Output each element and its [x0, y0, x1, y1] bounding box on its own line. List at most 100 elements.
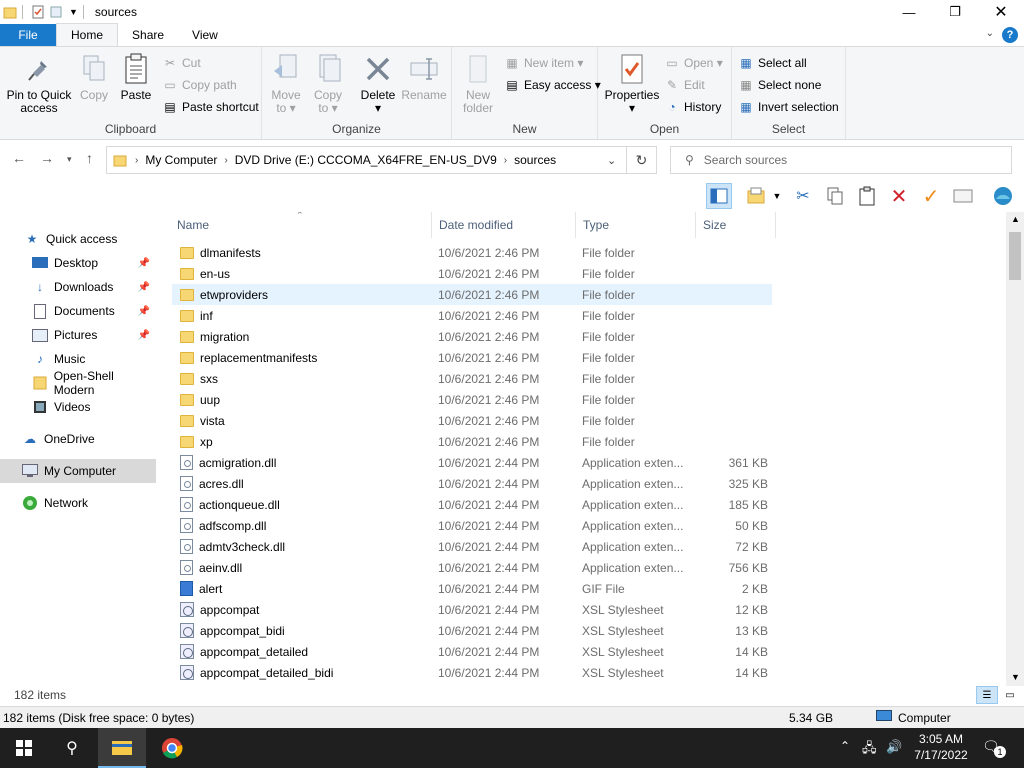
view-folder-icon[interactable]	[744, 183, 770, 209]
new-folder-qat-icon[interactable]	[49, 5, 63, 19]
search-taskbar-button[interactable]: ⚲	[48, 728, 96, 768]
shell-logo-icon[interactable]	[990, 183, 1016, 209]
column-header-date[interactable]: Date modified	[432, 212, 576, 238]
clock[interactable]: 3:05 AM 7/17/2022	[910, 731, 972, 763]
edit-button[interactable]: ✎ Edit	[664, 75, 705, 95]
table-row[interactable]: xp 10/6/2021 2:46 PM File folder	[172, 431, 772, 452]
nav-open-shell[interactable]: Open-Shell Modern	[32, 369, 156, 397]
vertical-scrollbar[interactable]: ▲ ▼	[1006, 212, 1024, 686]
column-header-name[interactable]: Name	[170, 212, 432, 238]
copy-path-button[interactable]: ▭ Copy path	[162, 75, 236, 95]
select-all-button[interactable]: ▦ Select all	[738, 53, 806, 73]
table-row[interactable]: appcompat_bidi 10/6/2021 2:44 PM XSL Style…	[172, 620, 772, 641]
table-row[interactable]: adfscomp.dll 10/6/2021 2:44 PM Application…	[172, 515, 772, 536]
back-arrow-icon[interactable]: ←	[12, 150, 26, 166]
table-row[interactable]: actionqueue.dll 10/6/2021 2:44 PM Applicat…	[172, 494, 772, 515]
email-toolbar-icon[interactable]	[950, 183, 976, 209]
nav-quick-access[interactable]: ★ Quick access	[24, 227, 156, 251]
copy-toolbar-icon[interactable]	[822, 183, 848, 209]
table-row[interactable]: etwproviders 10/6/2021 2:46 PM File folder	[172, 284, 772, 305]
table-row[interactable]: sxs 10/6/2021 2:46 PM File folder	[172, 368, 772, 389]
file-explorer-taskbar-button[interactable]	[98, 728, 146, 768]
address-bar[interactable]: › My Computer › DVD Drive (E:) CCCOMA_X6…	[106, 146, 657, 174]
scrollbar-thumb[interactable]	[1009, 232, 1021, 280]
notifications-button[interactable]: 🗨 1	[982, 738, 1006, 758]
nav-desktop[interactable]: Desktop 📌	[32, 251, 156, 275]
pin-icon[interactable]: 📌	[138, 330, 150, 341]
chrome-taskbar-button[interactable]	[148, 728, 196, 768]
table-row[interactable]: appcompat 10/6/2021 2:44 PM XSL Stylesheet…	[172, 599, 772, 620]
rename-button[interactable]: Rename	[401, 53, 447, 102]
scroll-down-icon[interactable]: ▼	[1011, 672, 1020, 682]
close-button[interactable]: ✕	[978, 0, 1024, 24]
refresh-button[interactable]: ↻	[626, 147, 656, 173]
properties-button[interactable]: Properties ▾	[604, 53, 660, 115]
address-dropdown-icon[interactable]: ⌄	[607, 154, 616, 167]
tab-home[interactable]: Home	[56, 23, 119, 46]
pin-icon[interactable]: 📌	[138, 306, 150, 317]
copy-button[interactable]: Copy	[74, 53, 114, 102]
new-item-button[interactable]: ▦ New item ▾	[504, 53, 583, 73]
view-dropdown-icon[interactable]: ▼	[770, 183, 784, 209]
table-row[interactable]: dlmanifests 10/6/2021 2:46 PM File folder	[172, 242, 772, 263]
pin-icon[interactable]: 📌	[138, 282, 150, 293]
paste-toolbar-icon[interactable]	[854, 183, 880, 209]
forward-arrow-icon[interactable]: →	[40, 150, 54, 166]
table-row[interactable]: migration 10/6/2021 2:46 PM File folder	[172, 326, 772, 347]
history-button[interactable]: ◔ History	[664, 97, 721, 117]
help-icon[interactable]: ?	[1002, 27, 1018, 43]
breadcrumb-chevron-icon[interactable]: ›	[135, 155, 138, 166]
table-row[interactable]: acmigration.dll 10/6/2021 2:44 PM Applicat…	[172, 452, 772, 473]
details-view-button[interactable]: ☰	[976, 686, 998, 704]
pin-to-quick-access-button[interactable]: Pin to Quick access	[6, 53, 72, 115]
recent-locations-icon[interactable]: ▾	[67, 154, 72, 165]
search-box[interactable]: ⚲ Search sources	[670, 146, 1012, 174]
nav-network[interactable]: Network	[22, 491, 156, 515]
network-tray-icon[interactable]: 🖧	[862, 739, 877, 761]
column-header-type[interactable]: Type	[576, 212, 696, 238]
move-to-button[interactable]: Move to ▾	[268, 53, 304, 115]
table-row[interactable]: acres.dll 10/6/2021 2:44 PM Application ex…	[172, 473, 772, 494]
cut-button[interactable]: ✂ Cut	[162, 53, 201, 73]
table-row[interactable]: replacementmanifests 10/6/2021 2:46 PM Fil…	[172, 347, 772, 368]
properties-check-toolbar-icon[interactable]: ✓	[918, 183, 944, 209]
show-hidden-icons-icon[interactable]: ⌃	[840, 739, 850, 753]
up-arrow-icon[interactable]: ↑	[86, 150, 93, 166]
table-row[interactable]: aeinv.dll 10/6/2021 2:44 PM Application ex…	[172, 557, 772, 578]
nav-videos[interactable]: Videos	[32, 395, 156, 419]
table-row[interactable]: appcompat_detailed 10/6/2021 2:44 PM XSL S…	[172, 641, 772, 662]
qat-dropdown-icon[interactable]: ▼	[69, 7, 78, 17]
delete-button[interactable]: Delete ▾	[358, 53, 398, 115]
large-icons-view-button[interactable]: ▭	[1000, 686, 1020, 704]
easy-access-button[interactable]: ▤ Easy access ▾	[504, 75, 600, 95]
tab-view[interactable]: View	[178, 24, 232, 46]
pin-icon[interactable]: 📌	[138, 258, 150, 269]
paste-shortcut-button[interactable]: ▤ Paste shortcut	[162, 97, 258, 117]
delete-toolbar-icon[interactable]: ✕	[886, 183, 912, 209]
start-button[interactable]	[0, 728, 48, 768]
nav-music[interactable]: ♪ Music	[32, 347, 156, 371]
breadcrumb-my-computer[interactable]: My Computer	[145, 153, 217, 167]
table-row[interactable]: en-us 10/6/2021 2:46 PM File folder	[172, 263, 772, 284]
copy-to-button[interactable]: Copy to ▾	[310, 53, 346, 115]
navigation-pane-toggle-icon[interactable]	[706, 183, 732, 209]
table-row[interactable]: alert 10/6/2021 2:44 PM GIF File 2 KB	[172, 578, 772, 599]
table-row[interactable]: appcompat_detailed_bidi 10/6/2021 2:44 PM…	[172, 662, 772, 683]
new-folder-button[interactable]: New folder	[458, 53, 498, 115]
tab-file[interactable]: File	[0, 24, 56, 46]
maximize-button[interactable]: ❐	[932, 0, 978, 24]
properties-qat-icon[interactable]	[31, 5, 45, 19]
nav-my-computer[interactable]: My Computer	[0, 459, 156, 483]
open-button[interactable]: ▭ Open ▾	[664, 53, 722, 73]
select-none-button[interactable]: ▦ Select none	[738, 75, 821, 95]
cut-toolbar-icon[interactable]: ✂	[790, 183, 816, 209]
breadcrumb-sources[interactable]: sources	[514, 153, 556, 167]
table-row[interactable]: uup 10/6/2021 2:46 PM File folder	[172, 389, 772, 410]
breadcrumb-dvd-drive[interactable]: DVD Drive (E:) CCCOMA_X64FRE_EN-US_DV9	[235, 153, 497, 167]
tab-share[interactable]: Share	[118, 24, 178, 46]
nav-onedrive[interactable]: ☁ OneDrive	[22, 427, 156, 451]
column-header-size[interactable]: Size	[696, 212, 776, 238]
minimize-button[interactable]: —	[886, 0, 932, 24]
nav-documents[interactable]: Documents 📌	[32, 299, 156, 323]
collapse-ribbon-icon[interactable]: ⌄	[986, 28, 994, 39]
